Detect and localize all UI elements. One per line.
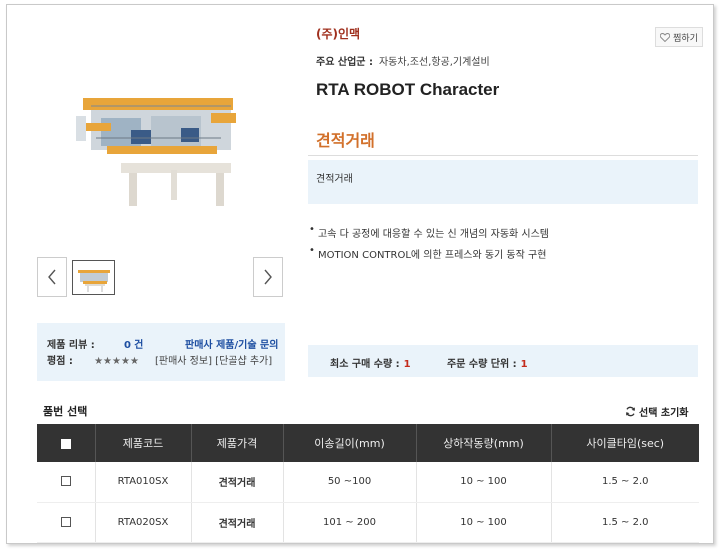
feature-list: 고속 다 공정에 대응할 수 있는 신 개념의 자동화 시스템 MOTION C…: [308, 224, 549, 267]
product-code: RTA020SX: [95, 502, 192, 543]
reset-selection-button[interactable]: 선택 초기화: [625, 404, 688, 419]
vertical-stroke: 10 ~ 100: [416, 462, 552, 503]
row-checkbox[interactable]: [60, 516, 71, 527]
cycle-time: 1.5 ~ 2.0: [551, 462, 699, 503]
product-main-image[interactable]: [71, 68, 251, 208]
company-name[interactable]: (주)인맥: [316, 25, 360, 42]
gallery-prev-button[interactable]: [37, 257, 67, 297]
divider: [308, 155, 698, 156]
review-unit: 건: [134, 340, 144, 351]
order-unit-label: 주문 수량 단위 :: [447, 359, 517, 370]
transfer-length: 50 ~100: [283, 462, 417, 503]
row-select-cell: [37, 462, 96, 503]
column-header: 제품가격: [191, 424, 284, 462]
wishlist-label: 찜하기: [673, 33, 698, 44]
industry-line: 주요 산업군 : 자동차,조선,항공,기계설비: [316, 53, 490, 68]
table-row[interactable]: RTA010SX 견적거래 50 ~100 10 ~ 100 1.5 ~ 2.0: [37, 462, 699, 503]
product-price: 견적거래: [316, 131, 375, 150]
column-header: 제품코드: [95, 424, 192, 462]
chevron-right-icon: [264, 269, 272, 285]
table-row[interactable]: RTA020SX 견적거래 101 ~ 200 10 ~ 100 1.5 ~ 2…: [37, 502, 699, 543]
chevron-left-icon: [48, 269, 56, 285]
row-select-cell: [37, 502, 96, 543]
review-count: 0: [123, 340, 131, 351]
gallery-next-button[interactable]: [253, 257, 283, 297]
min-qty-label: 최소 구매 수량 :: [330, 359, 400, 370]
row-checkbox[interactable]: [60, 476, 71, 487]
heart-icon: [660, 32, 671, 42]
gallery-thumbnail[interactable]: [72, 260, 115, 295]
transfer-length: 101 ~ 200: [283, 502, 417, 543]
option-section-title: 품번 선택: [43, 405, 88, 418]
refresh-icon: [626, 406, 635, 417]
table-header-row: 제품코드 제품가격 이송길이(mm) 상하작동량(mm) 사이클타임(sec): [37, 424, 699, 462]
select-all-cell: [37, 424, 96, 462]
price-note-box: 견적거래: [308, 160, 698, 204]
feature-item: MOTION CONTROL에 의한 프레스와 동기 동작 구현: [308, 245, 549, 261]
review-summary-box: 제품 리뷰 : 0 건 평점 : ★★★★★ 판매사 제품/기술 문의 [판매사…: [37, 323, 285, 381]
reset-selection-label: 선택 초기화: [639, 408, 689, 419]
product-detail-page: 제품 리뷰 : 0 건 평점 : ★★★★★ 판매사 제품/기술 문의 [판매사…: [6, 4, 714, 544]
column-header: 사이클타임(sec): [551, 424, 699, 462]
purchase-quantity-box: 최소 구매 수량 :1 주문 수량 단위 :1: [308, 345, 698, 377]
industry-label: 주요 산업군 :: [316, 57, 373, 68]
column-header: 이송길이(mm): [283, 424, 417, 462]
product-inquiry-link[interactable]: 판매사 제품/기술 문의: [185, 340, 278, 351]
seller-info-link[interactable]: [판매사 정보]: [155, 356, 212, 367]
industry-value: 자동차,조선,항공,기계설비: [378, 57, 490, 68]
add-favorite-shop-link[interactable]: [단골샵 추가]: [215, 356, 272, 367]
select-all-checkbox[interactable]: [60, 438, 71, 449]
rating-label: 평점 :: [47, 356, 73, 367]
order-unit-value: 1: [520, 359, 528, 370]
feature-item: 고속 다 공정에 대응할 수 있는 신 개념의 자동화 시스템: [308, 224, 549, 240]
product-code: RTA010SX: [95, 462, 192, 503]
product-title: RTA ROBOT Character: [316, 80, 500, 99]
review-label: 제품 리뷰 :: [47, 340, 95, 351]
price-note: 견적거래: [316, 174, 353, 185]
product-price-cell: 견적거래: [191, 502, 284, 543]
option-table: 제품코드 제품가격 이송길이(mm) 상하작동량(mm) 사이클타임(sec) …: [37, 424, 699, 543]
product-price-cell: 견적거래: [191, 462, 284, 503]
cycle-time: 1.5 ~ 2.0: [551, 502, 699, 543]
rating-stars: ★★★★★: [94, 356, 139, 367]
min-qty-value: 1: [403, 359, 411, 370]
wishlist-button[interactable]: 찜하기: [655, 27, 703, 47]
vertical-stroke: 10 ~ 100: [416, 502, 552, 543]
column-header: 상하작동량(mm): [416, 424, 552, 462]
